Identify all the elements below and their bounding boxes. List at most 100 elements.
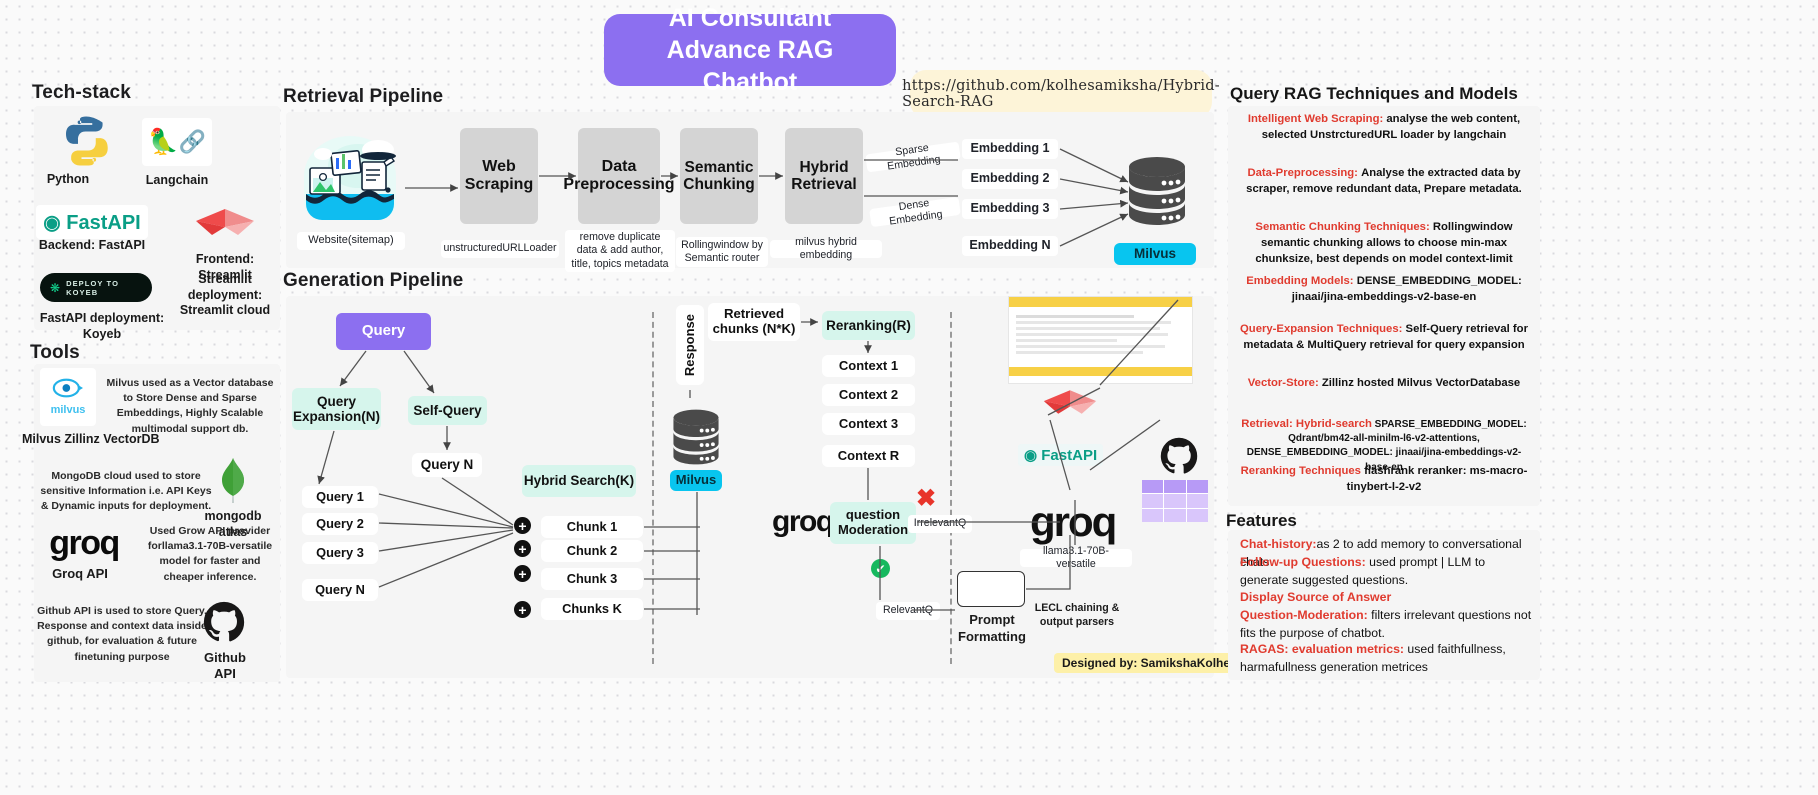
groq-logo-generation: groq	[772, 505, 834, 538]
repo-url-chip[interactable]: https://github.com/kolhesamiksha/Hybrid-…	[902, 70, 1220, 118]
streamlit-logo-generation	[1042, 388, 1098, 416]
gen-node-query-n-list: Query N	[302, 579, 378, 601]
gen-node-response: Response	[676, 305, 704, 385]
gen-node-context-2: Context 2	[822, 384, 915, 406]
tool-desc-milvus: Milvus used as a Vector database to Stor…	[106, 377, 274, 435]
whiteboard-canvas: AI Consultant Advance RAG Chatbot https:…	[0, 0, 1818, 795]
fastapi-logo: ◉ FastAPI	[36, 205, 148, 239]
query-rag-item-3: Embedding Models: DENSE_EMBEDDING_MODEL:…	[1246, 275, 1522, 304]
koyeb-icon: ❋	[50, 280, 61, 295]
groq-logo-llm: groq	[1030, 498, 1117, 545]
retrieval-stage-web-scraping[interactable]: Web Scraping	[460, 128, 538, 224]
designed-by-credit: Designed by: SamikshaKolhe:)	[1054, 653, 1247, 673]
merge-plus-icon-4: +	[514, 601, 531, 618]
generation-milvus-db-icon	[671, 408, 721, 466]
embedding-n: Embedding N	[962, 236, 1058, 256]
gen-node-chunk-3: Chunk 3	[541, 568, 643, 590]
tech-label-langchain: Langchain	[145, 173, 209, 187]
tech-label-fastapi-backend: Backend: FastAPI	[38, 238, 146, 252]
tool-desc-mongodb: MongoDB cloud used to store sensitive In…	[40, 470, 212, 513]
section-title-tech-stack: Tech-stack	[32, 82, 131, 103]
tool-label-groq: Groq API	[52, 566, 108, 581]
retrieval-caption-data-preprocessing: remove duplicate data & add author, titl…	[565, 230, 675, 272]
groq-logo: groq	[49, 523, 120, 562]
tech-label-koyeb-deploy: FastAPI deployment: Koyeb	[39, 311, 165, 341]
gen-node-chunks-k: Chunks K	[541, 598, 643, 620]
tech-label-python: Python	[46, 172, 90, 186]
divider-dashed-left	[652, 312, 654, 664]
github-logo-generation	[1160, 437, 1198, 480]
query-rag-item-0: Intelligent Web Scraping: analyse the we…	[1247, 113, 1521, 142]
retrieval-stage-semantic-chunking[interactable]: Semantic Chunking	[680, 128, 758, 224]
feature-item-3: Question-Moderation: filters irrelevant …	[1240, 608, 1532, 640]
retrieval-stage-hybrid-retrieval[interactable]: Hybrid Retrieval	[785, 128, 863, 224]
feature-item-2: Display Source of Answer	[1240, 590, 1392, 604]
embedding-1: Embedding 1	[962, 139, 1058, 159]
reject-cross-icon: ✖	[916, 485, 937, 512]
gen-node-self-query[interactable]: Self-Query	[408, 396, 487, 425]
embedding-3: Embedding 3	[962, 199, 1058, 219]
section-title-tools: Tools	[30, 342, 80, 363]
label-irrelevant-q: IrrelevantQ	[908, 515, 972, 533]
retrieval-caption-semantic-chunking: Rollingwindow by Semantic router	[676, 237, 768, 267]
gen-node-prompt-formatting[interactable]	[957, 571, 1025, 607]
label-lecl-chaining: LECL chaining & output parsers	[1034, 602, 1120, 628]
section-title-features: Features	[1226, 511, 1297, 530]
gen-node-chunk-2: Chunk 2	[541, 540, 643, 562]
retrieval-source-caption: Website(sitemap)	[297, 232, 405, 250]
streamlit-logo	[192, 205, 258, 239]
tool-label-milvus: Milvus Zillinz VectorDB	[22, 432, 160, 446]
query-rag-item-2: Semantic Chunking Techniques: Rollingwin…	[1255, 221, 1513, 266]
gen-node-hybrid-search[interactable]: Hybrid Search(K)	[522, 465, 636, 497]
gen-node-query-3: Query 3	[302, 542, 378, 564]
query-rag-item-4: Query-Expansion Techniques: Self-Query r…	[1240, 323, 1528, 352]
gen-node-query-expansion[interactable]: Query Expansion(N)	[292, 388, 381, 430]
tool-label-github: Github API	[204, 650, 246, 682]
query-rag-item-7: Reranking Techniques flashrank reranker:…	[1240, 465, 1528, 494]
label-relevant-q: RelevantQ	[876, 602, 940, 620]
koyeb-button-label: DEPLOY TO KOYEB	[66, 278, 120, 297]
github-data-table-preview	[1142, 480, 1208, 522]
gen-node-chunk-1: Chunk 1	[541, 516, 643, 538]
query-rag-item-1: Data-Preprocessing: Analyse the extracte…	[1246, 167, 1522, 196]
gen-node-context-1: Context 1	[822, 355, 915, 377]
langchain-parrot-link-logo: 🦜 🔗	[142, 118, 212, 166]
query-rag-item-5: Vector-Store: Zillinz hosted Milvus Vect…	[1247, 377, 1521, 389]
merge-plus-icon-2: +	[514, 540, 531, 557]
tech-label-streamlit-deploy: Streamlit deployment: Streamlit cloud	[179, 272, 271, 318]
label-llm-model: llama3.1-70B-versatile	[1020, 545, 1132, 570]
section-title-query-rag: Query RAG Techniques and Models	[1230, 84, 1518, 103]
retrieval-stage-data-preprocessing[interactable]: Data Preprocessing	[563, 128, 675, 224]
accept-check-icon: ✔	[871, 559, 890, 578]
retrieval-caption-hybrid-retrieval: milvus hybrid embedding	[770, 236, 882, 261]
retrieval-caption-web-scraping: unstructuredURLLoader	[441, 240, 559, 258]
embedding-2: Embedding 2	[962, 169, 1058, 189]
koyeb-deploy-button[interactable]: ❋ DEPLOY TO KOYEB	[40, 273, 152, 302]
milvus-logo: milvus	[40, 368, 96, 426]
section-title-generation-pipeline: Generation Pipeline	[283, 270, 464, 291]
generation-milvus-label: Milvus	[670, 470, 722, 491]
github-octocat-logo	[200, 598, 248, 646]
website-illustration	[292, 132, 408, 232]
page-title: AI Consultant Advance RAG Chatbot	[604, 4, 896, 96]
gen-node-query[interactable]: Query	[336, 313, 431, 350]
tool-desc-github: Github API is used to store Query, Respo…	[37, 605, 207, 663]
merge-plus-icon-1: +	[514, 517, 531, 534]
gen-node-query-1: Query 1	[302, 486, 378, 508]
gen-node-question-moderation[interactable]: question Moderation	[830, 502, 916, 544]
gen-node-query-n-top: Query N	[412, 453, 482, 477]
gen-node-context-3: Context 3	[822, 413, 915, 435]
gen-node-query-2: Query 2	[302, 513, 378, 535]
retrieval-milvus-db-icon	[1126, 155, 1188, 227]
mongodb-leaf-logo	[212, 455, 254, 507]
tool-desc-groq: Used Grow API provider forllama3.1-70B-v…	[147, 525, 273, 583]
python-logo	[44, 114, 130, 168]
fastapi-logo-generation: ◉ FastAPI	[1018, 444, 1104, 466]
merge-plus-icon-3: +	[514, 565, 531, 582]
feature-item-4: RAGAS: evaluation metrics: used faithful…	[1240, 642, 1506, 674]
section-title-retrieval-pipeline: Retrieval Pipeline	[283, 86, 444, 107]
gen-node-reranking[interactable]: Reranking(R)	[822, 311, 915, 340]
gen-node-retrieved-chunks: Retrieved chunks (N*K)	[708, 303, 800, 341]
retrieval-milvus-label: Milvus	[1114, 243, 1196, 265]
gen-node-context-r: Context R	[822, 445, 915, 467]
